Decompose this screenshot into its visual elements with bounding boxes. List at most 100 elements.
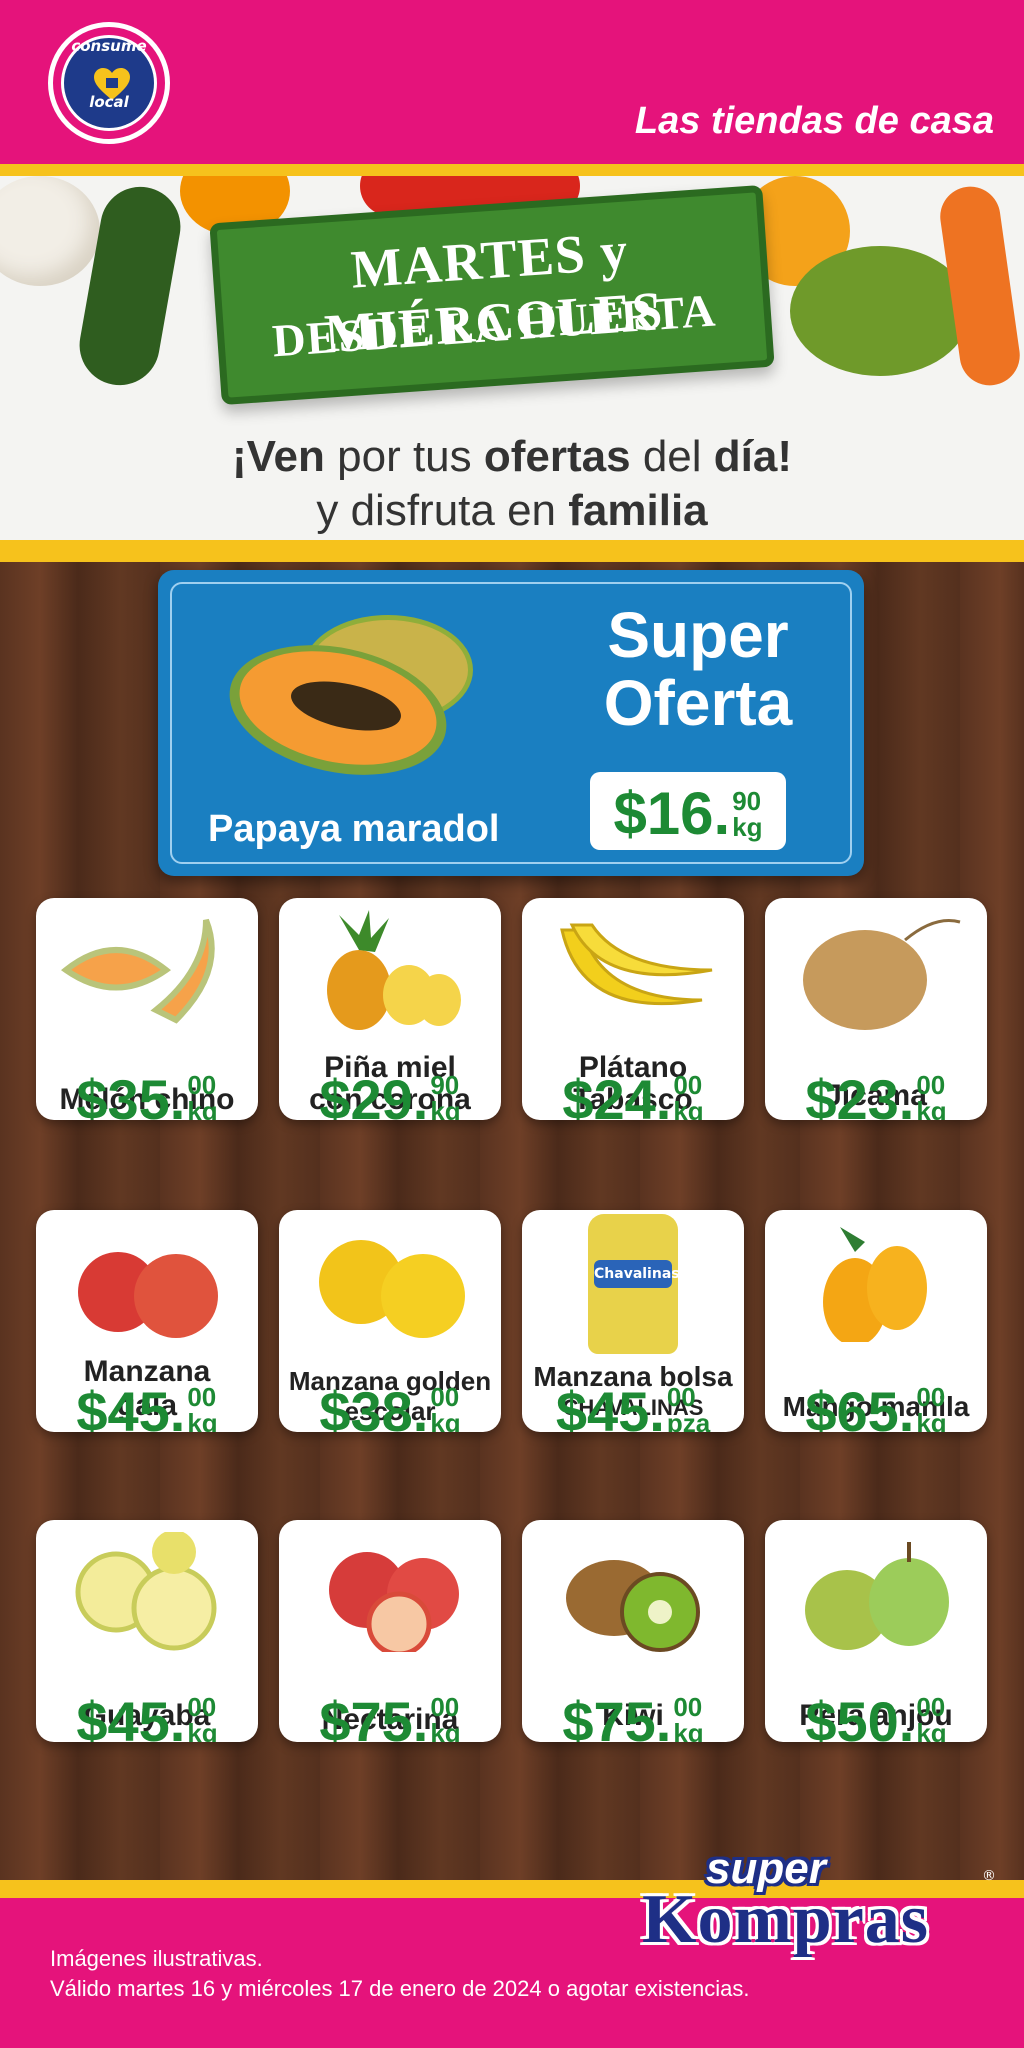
price-main: $23. [805, 1068, 915, 1121]
price-unit: kg [430, 1408, 461, 1432]
hero-word-por-tus: por tus [324, 432, 484, 481]
price-main: $75. [562, 1690, 672, 1743]
product-card-guayaba: Guayaba $45. 00 kg [36, 1520, 258, 1742]
price-side: 00 kg [187, 1072, 217, 1120]
hero-tagline-line2: y disfruta en familia [0, 486, 1024, 536]
price-main: $50. [805, 1690, 915, 1743]
mango-image [823, 1227, 927, 1342]
price-side: 00 kg [916, 1072, 946, 1120]
price-cents: 00 [666, 1382, 696, 1412]
price-cents: 00 [673, 1070, 703, 1100]
price-cents: 00 [187, 1382, 217, 1412]
super-price-main: $16. [613, 780, 731, 847]
hero-word-dia: día! [713, 432, 792, 481]
product-card-pina: Piña miel con corona $29. 90 kg [279, 898, 501, 1120]
header-bar: consume local Las tiendas de casa [0, 0, 1024, 168]
garlic-image [0, 176, 100, 286]
price-main: $45. [555, 1380, 665, 1433]
price-main: $24. [562, 1068, 672, 1121]
price-unit: kg [430, 1096, 461, 1120]
consume-local-badge: consume local [48, 22, 170, 144]
price-unit: kg [430, 1718, 461, 1742]
price-side: 00 kg [673, 1694, 703, 1742]
price-cents: 00 [916, 1692, 946, 1722]
super-title-line2: Oferta [603, 667, 793, 739]
super-price-unit: kg [732, 812, 763, 842]
super-price-side: 90 kg [732, 788, 762, 840]
flyer-page: consume local Las tiendas de casa MARTES… [0, 0, 1024, 2048]
product-price: $65. 00 kg [765, 1382, 987, 1433]
jicama-image [803, 919, 961, 1030]
product-price: $45. 00 pza [522, 1380, 744, 1433]
price-unit: kg [916, 1408, 947, 1432]
price-main: $75. [319, 1690, 429, 1743]
product-card-kiwi: Kiwi $75. 00 kg [522, 1520, 744, 1742]
product-card-manzana-bolsa: Chavalinas Manzana bolsa CHAVALINAS $45.… [522, 1210, 744, 1432]
desde-la-huerta-sign: MARTES y MIÉRCOLES DESDE LA HUERTA [209, 184, 775, 406]
product-price: $35. 00 kg [36, 1068, 258, 1121]
product-price: $23. 00 kg [765, 1068, 987, 1121]
product-card-platano: Plátano Tabasco $24. 00 kg [522, 898, 744, 1120]
hero-banner: MARTES y MIÉRCOLES DESDE LA HUERTA ¡Ven … [0, 176, 1024, 542]
super-price-cents: 90 [732, 786, 762, 816]
price-side: 00 kg [430, 1384, 460, 1432]
guava-image [75, 1532, 217, 1651]
price-cents: 00 [916, 1382, 946, 1412]
price-cents: 00 [430, 1382, 460, 1412]
badge-text-bottom: local [89, 93, 129, 111]
hero-word-disfruta: y disfruta en [316, 486, 569, 535]
papaya-image [229, 615, 473, 775]
price-cents: 00 [916, 1070, 946, 1100]
hero-word-ven: ¡Ven [231, 432, 325, 481]
price-side: 90 kg [430, 1072, 460, 1120]
price-unit: pza [666, 1408, 711, 1432]
price-unit: kg [673, 1096, 704, 1120]
disclaimer-validity: Válido martes 16 y miércoles 17 de enero… [50, 1976, 750, 2001]
product-price: $38. 00 kg [279, 1380, 501, 1433]
product-price: $29. 90 kg [279, 1072, 501, 1121]
price-unit: kg [916, 1718, 947, 1742]
price-cents: 00 [673, 1692, 703, 1722]
apple-image [78, 1252, 218, 1338]
golden-apple-image [319, 1240, 465, 1338]
price-unit: kg [187, 1408, 218, 1432]
product-card-nectarina: Nectarina $75. 00 kg [279, 1520, 501, 1742]
product-card-manzana-gala: Manzana gala $45. 00 kg [36, 1210, 258, 1432]
kiwi-image [566, 1560, 700, 1652]
price-side: 00 kg [430, 1694, 460, 1742]
product-card-mango: Mango manila $65. 00 kg [765, 1210, 987, 1432]
super-title-line1: Super [607, 599, 789, 671]
badge-text-top: consume [71, 37, 147, 55]
product-price: $24. 00 kg [522, 1068, 744, 1121]
product-card-melon: Melón chino $35. 00 kg [36, 898, 258, 1120]
product-card-manzana-golden: Manzana golden escolar $38. 00 kg [279, 1210, 501, 1432]
price-unit: kg [187, 1718, 218, 1742]
hero-word-familia: familia [568, 486, 708, 535]
price-cents: 00 [187, 1692, 217, 1722]
hero-tagline-line1: ¡Ven por tus ofertas del día! [0, 432, 1024, 482]
super-product-name: Papaya maradol [208, 808, 500, 850]
product-card-jicama: Jícama $23. 00 kg [765, 898, 987, 1120]
price-unit: kg [187, 1096, 218, 1120]
melon-image [60, 918, 215, 1024]
price-main: $45. [76, 1380, 186, 1433]
broccoli-image [790, 246, 970, 376]
price-cents: 00 [430, 1692, 460, 1722]
price-side: 00 kg [187, 1694, 217, 1742]
logo-text-kompras: Kompras [642, 1881, 929, 1958]
disclaimer-images: Imágenes ilustrativas. [50, 1946, 263, 1971]
product-price: $75. 00 kg [279, 1690, 501, 1743]
price-unit: kg [916, 1096, 947, 1120]
super-kompras-logo: super Kompras ® [636, 1838, 996, 1958]
product-card-pera: Pera anjou $50. 00 kg [765, 1520, 987, 1742]
price-main: $35. [76, 1068, 186, 1121]
super-oferta-banner: Super Oferta Papaya maradol $16. 90 kg [158, 570, 864, 876]
hero-yellow-stripe [0, 540, 1024, 562]
apple-bag-image: Chavalinas [588, 1214, 680, 1354]
product-price: $50. 00 kg [765, 1690, 987, 1743]
price-main: $38. [319, 1380, 429, 1433]
carrot-image [936, 182, 1024, 390]
pineapple-image [327, 910, 461, 1030]
price-unit: kg [673, 1718, 704, 1742]
hero-word-ofertas: ofertas [483, 432, 631, 481]
